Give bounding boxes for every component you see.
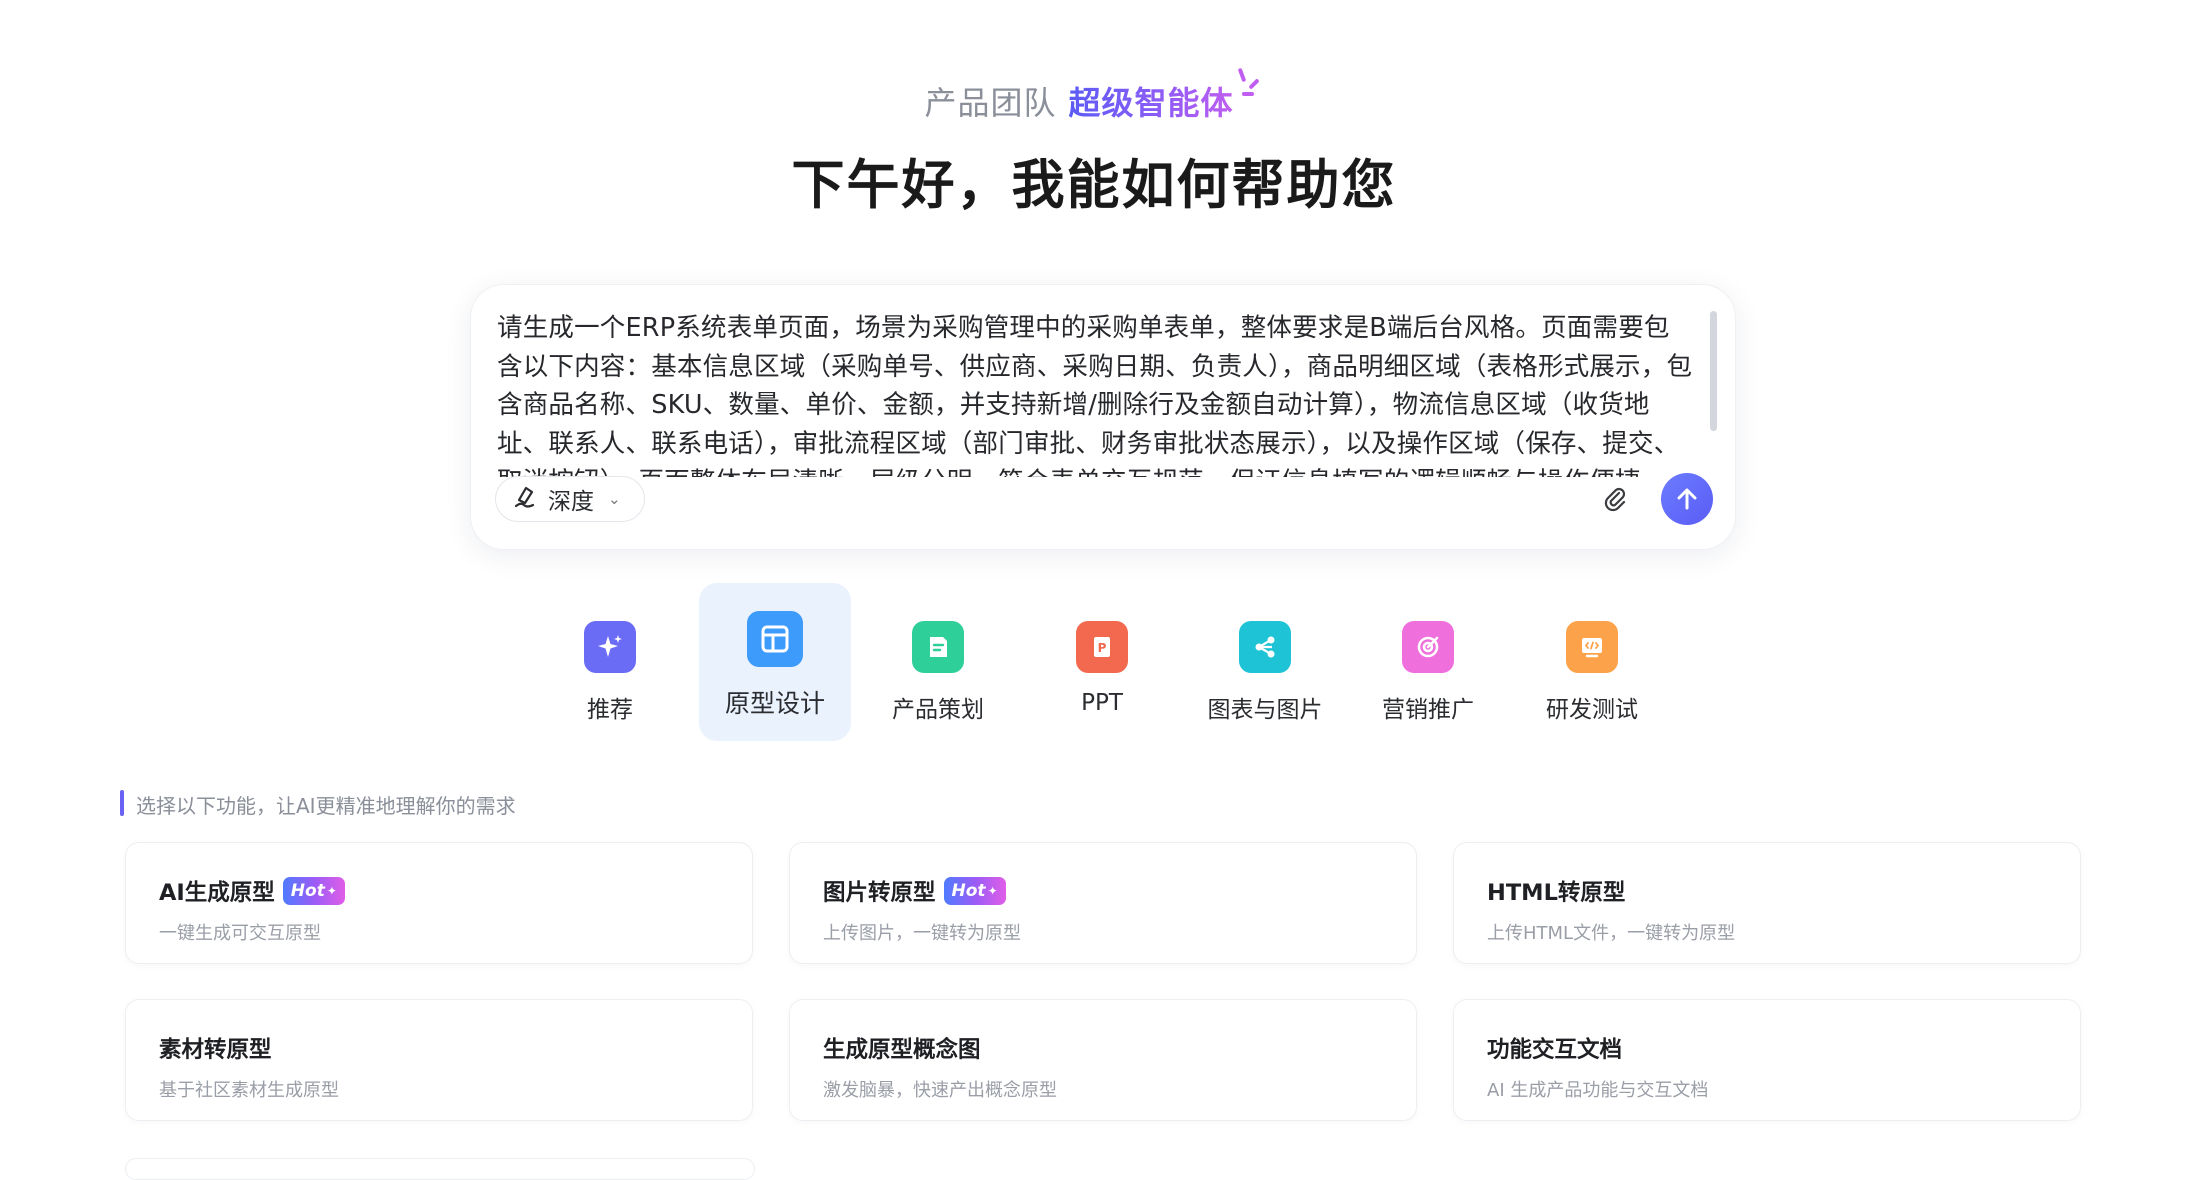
mode-selector[interactable]: 深度 ⌄ [495,476,645,522]
sparkle-icon [584,621,636,673]
tab-label: PPT [1081,690,1123,716]
tagline-brand: 超级智能体 [1068,84,1234,122]
hot-badge: Hot ✦ [943,877,1006,905]
feature-title: 功能交互文档 [1487,1037,1623,1063]
chevron-down-icon: ⌄ [608,490,621,508]
tab-product-planning[interactable]: 产品策划 [862,583,1014,741]
svg-text:P: P [1098,641,1107,655]
feature-card-interaction-doc[interactable]: 功能交互文档 AI 生成产品功能与交互文档 [1453,999,2081,1121]
feature-title: HTML转原型 [1487,880,1626,906]
tab-label: 产品策划 [892,697,984,723]
feature-desc: 基于社区素材生成原型 [159,1080,339,1101]
send-button[interactable] [1661,473,1713,525]
tab-marketing[interactable]: 营销推广 [1352,583,1504,741]
feature-card-html-to-prototype[interactable]: HTML转原型 上传HTML文件，一键转为原型 [1453,842,2081,964]
section-hint: 选择以下功能，让AI更精准地理解你的需求 [120,790,516,819]
feature-desc: 一键生成可交互原型 [159,923,321,944]
prompt-textarea[interactable]: 请生成一个ERP系统表单页面，场景为采购管理中的采购单表单，整体要求是B端后台风… [497,309,1695,477]
hot-badge: Hot ✦ [282,877,345,905]
prompt-scrollbar[interactable] [1710,311,1717,467]
feature-card-image-to-prototype[interactable]: 图片转原型 Hot ✦ 上传图片，一键转为原型 [789,842,1417,964]
sparkle-mini-icon: ✦ [987,884,998,898]
tab-dev-testing[interactable]: 研发测试 [1516,583,1668,741]
tab-charts-images[interactable]: 图表与图片 [1189,583,1341,741]
ppt-icon: P [1076,621,1128,673]
feature-desc: 上传图片，一键转为原型 [823,923,1021,944]
tab-label: 图表与图片 [1207,697,1323,723]
feature-title: 图片转原型 [823,880,936,906]
feature-card-material-to-prototype[interactable]: 素材转原型 基于社区素材生成原型 [125,999,753,1121]
arrow-up-icon [1677,488,1697,510]
mode-selector-label: 深度 [548,489,594,515]
tab-recommend[interactable]: 推荐 [534,583,686,741]
feature-card-concept-image[interactable]: 生成原型概念图 激发脑暴，快速产出概念原型 [789,999,1417,1121]
tab-label: 原型设计 [724,689,825,718]
feature-desc: AI 生成产品功能与交互文档 [1487,1080,1709,1101]
section-hint-text: 选择以下功能，让AI更精准地理解你的需求 [136,794,516,818]
tab-ppt[interactable]: P PPT [1026,583,1178,741]
share-icon [1239,621,1291,673]
feature-card-ai-prototype[interactable]: AI生成原型 Hot ✦ 一键生成可交互原型 [125,842,753,964]
tab-label: 营销推广 [1382,697,1474,723]
tab-prototype-design[interactable]: 原型设计 [699,583,851,741]
sparkle-accent-icon [1236,66,1266,100]
hot-badge-text: Hot [951,881,986,901]
greeting-title: 下午好，我能如何帮助您 [791,155,1397,216]
tab-label: 推荐 [587,697,633,723]
feature-title: 生成原型概念图 [823,1037,981,1063]
code-icon [1566,621,1618,673]
layout-icon [747,611,803,667]
feature-title: 素材转原型 [159,1037,272,1063]
prompt-input-card: 请生成一个ERP系统表单页面，场景为采购管理中的采购单表单，整体要求是B端后台风… [470,284,1736,550]
hot-badge-text: Hot [290,881,325,901]
document-icon [912,621,964,673]
feature-desc: 激发脑暴，快速产出概念原型 [823,1080,1057,1101]
feature-title: AI生成原型 [159,880,275,906]
prompt-scrollbar-thumb[interactable] [1710,311,1717,431]
sparkle-mini-icon: ✦ [326,884,337,898]
target-icon [1402,621,1454,673]
paperclip-icon [1604,487,1626,512]
tab-label: 研发测试 [1546,697,1638,723]
attach-button[interactable] [1597,481,1633,517]
tagline: 产品团队 超级智能体 [0,67,2188,124]
feature-desc: 上传HTML文件，一键转为原型 [1487,923,1736,944]
deep-think-icon [512,484,538,514]
feature-card-partial[interactable] [125,1158,755,1180]
tagline-prefix: 产品团队 [924,84,1057,122]
